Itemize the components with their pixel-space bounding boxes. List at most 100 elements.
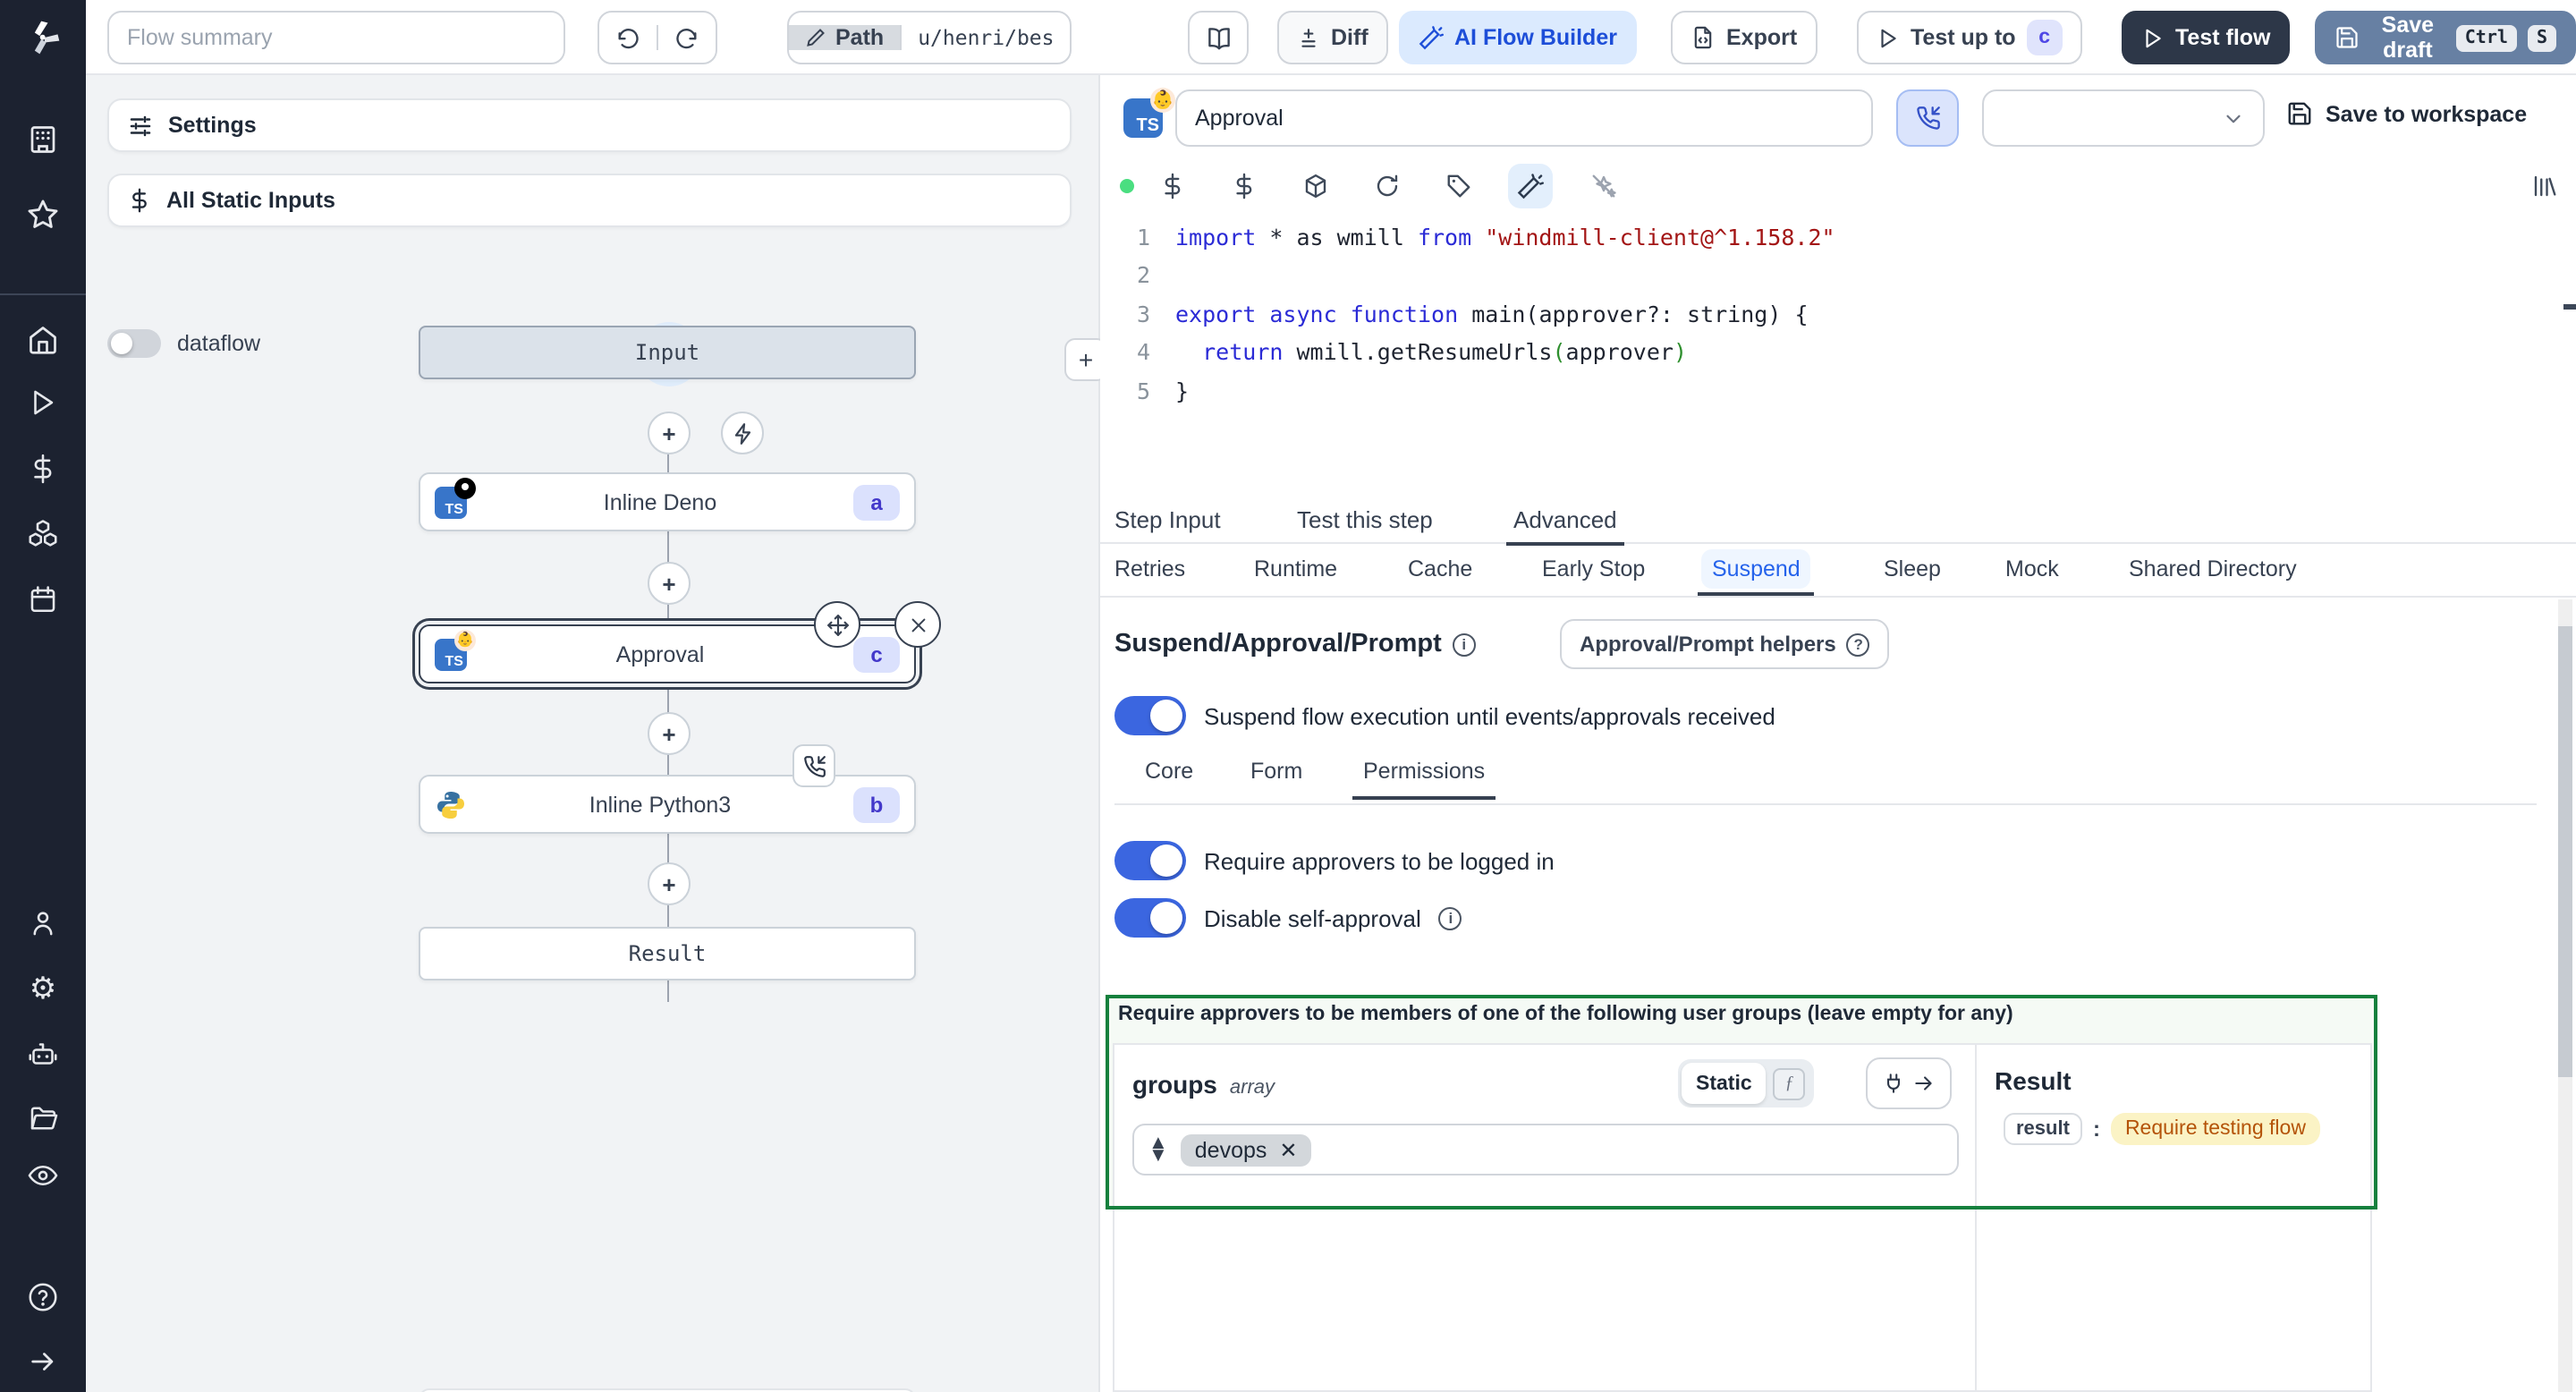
input-node[interactable]: Input (419, 326, 916, 379)
home-icon[interactable] (27, 324, 59, 356)
docs-book-button[interactable] (1188, 11, 1249, 64)
format-tag-icon[interactable] (1445, 173, 1472, 199)
deno-icon (454, 477, 476, 498)
static-mode-button[interactable]: Static (1682, 1063, 1767, 1104)
step-node-inline-python3[interactable]: Inline Python3 b (419, 775, 916, 834)
move-step-button[interactable] (814, 601, 860, 648)
add-trigger-button[interactable] (721, 412, 764, 454)
step-language-icon: TS 👶 (1123, 88, 1175, 138)
export-label: Export (1726, 25, 1798, 50)
add-step-button-4[interactable]: + (648, 862, 691, 905)
library-icon[interactable] (2531, 173, 2558, 199)
diff-button[interactable]: Diff (1277, 11, 1388, 64)
help-icon[interactable] (27, 1281, 59, 1313)
script-version-select[interactable] (1982, 89, 2265, 147)
folders-icon[interactable] (27, 1102, 59, 1134)
save-to-workspace-button[interactable]: Save to workspace (2286, 100, 2527, 127)
variables-picker-icon[interactable] (1159, 173, 1186, 199)
editor-line-numbers: 1 2 3 4 5 (1136, 224, 1150, 404)
result-node[interactable]: Result (419, 927, 916, 980)
resources-picker-icon[interactable] (1231, 173, 1258, 199)
test-up-to-button[interactable]: Test up to c (1857, 11, 2082, 64)
panel-scrollbar-thumb[interactable] (2558, 626, 2572, 1077)
redo-button[interactable] (657, 25, 716, 50)
add-step-button-3[interactable]: + (648, 712, 691, 755)
tab-shared-directory[interactable]: Shared Directory (2118, 549, 2308, 589)
add-step-button-2[interactable]: + (648, 562, 691, 605)
suspend-phone-incoming-badge[interactable] (792, 744, 835, 787)
tab-early-stop[interactable]: Early Stop (1531, 549, 1656, 589)
reload-icon[interactable] (1374, 173, 1401, 199)
form-column-divider (1975, 1045, 1977, 1390)
advanced-tabs: Retries Runtime Cache Early Stop Suspend… (1100, 544, 2576, 598)
approval-prompt-helpers-button[interactable]: Approval/Prompt helpers ? (1560, 619, 1890, 669)
tab-permissions-active[interactable]: Permissions (1352, 759, 1496, 800)
result-key-chip[interactable]: result (2004, 1113, 2082, 1145)
tab-core[interactable]: Core (1145, 759, 1193, 784)
error-handler-card[interactable]: Error Handler (419, 1388, 916, 1392)
variables-dollar-icon[interactable] (28, 454, 58, 484)
save-draft-button[interactable]: Save draft Ctrl S (2315, 11, 2576, 64)
chevron-down-icon (2226, 114, 2241, 123)
function-mode-button[interactable]: ƒ (1773, 1067, 1806, 1099)
tab-form[interactable]: Form (1250, 759, 1302, 784)
settings-gear-icon[interactable]: ⚙ (30, 972, 57, 1007)
code-lines[interactable]: import * as wmill from "windmill-client@… (1161, 213, 2571, 485)
test-flow-button[interactable]: Test flow (2122, 11, 2291, 64)
workspace-icon[interactable] (27, 123, 59, 156)
dataflow-toggle-row: dataflow (107, 329, 260, 358)
sidebar-divider (0, 293, 86, 295)
info-icon[interactable]: i (1438, 906, 1462, 929)
code-editor[interactable]: 1 2 3 4 5 import * as wmill from "windmi… (1100, 213, 2571, 485)
windmill-logo-icon[interactable] (23, 18, 63, 57)
static-function-segmented-control: Static ƒ (1678, 1059, 1814, 1108)
path-value[interactable]: u/henri/bes (900, 25, 1071, 50)
suspend-flow-toggle[interactable] (1114, 696, 1186, 735)
result-value-chip[interactable]: Require testing flow (2110, 1113, 2320, 1145)
disable-self-approval-label: Disable self-approval (1204, 904, 1421, 931)
resources-boxes-icon[interactable] (27, 517, 59, 549)
tab-advanced-active[interactable]: Advanced (1506, 506, 1624, 546)
all-static-inputs-card[interactable]: All Static Inputs (107, 174, 1072, 227)
schedules-calendar-icon[interactable] (28, 584, 58, 615)
require-logged-in-toggle[interactable] (1114, 841, 1186, 880)
tab-suspend-active[interactable]: Suspend (1698, 549, 1815, 596)
suspend-mode-phone-button[interactable] (1896, 89, 1959, 147)
users-icon[interactable] (28, 908, 58, 938)
step-title-input[interactable] (1175, 89, 1873, 147)
connect-input-plug-button[interactable] (1866, 1057, 1952, 1109)
collapse-arrow-icon[interactable] (28, 1346, 58, 1377)
tab-sleep[interactable]: Sleep (1873, 549, 1952, 589)
suspend-heading-text: Suspend/Approval/Prompt (1114, 630, 1442, 658)
result-panel-title: Result (1995, 1066, 2072, 1095)
flow-summary-input[interactable] (107, 11, 565, 64)
tab-runtime[interactable]: Runtime (1243, 549, 1348, 589)
tab-step-input[interactable]: Step Input (1114, 506, 1221, 533)
export-button[interactable]: Export (1671, 11, 1818, 64)
groups-multiselect-input[interactable]: ▲ ▼ devops ✕ (1132, 1124, 1959, 1176)
runs-play-icon[interactable] (28, 387, 58, 418)
remove-chip-icon[interactable]: ✕ (1279, 1137, 1297, 1162)
tab-mock[interactable]: Mock (1995, 549, 2070, 589)
path-button[interactable]: Path (789, 25, 901, 50)
favorites-star-icon[interactable] (26, 198, 60, 232)
undo-button[interactable] (599, 25, 657, 50)
package-icon[interactable] (1302, 173, 1329, 199)
sparkles-off-icon[interactable] (1590, 173, 1617, 199)
tab-retries[interactable]: Retries (1104, 549, 1196, 589)
add-step-button-1[interactable]: + (648, 412, 691, 454)
tab-test-this-step[interactable]: Test this step (1297, 506, 1433, 533)
disable-self-approval-toggle[interactable] (1114, 898, 1186, 938)
ai-assistant-wand-icon[interactable] (1508, 164, 1553, 208)
delete-step-button[interactable] (894, 601, 941, 648)
info-icon[interactable]: i (1452, 632, 1476, 656)
workers-robot-icon[interactable] (27, 1038, 59, 1070)
step-node-inline-deno[interactable]: TS Inline Deno a (419, 472, 916, 531)
audit-logs-eye-icon[interactable] (27, 1159, 59, 1192)
flow-settings-card[interactable]: Settings (107, 98, 1072, 152)
tab-cache[interactable]: Cache (1397, 549, 1483, 589)
kbd-ctrl: Ctrl (2455, 24, 2517, 51)
dataflow-toggle[interactable] (107, 329, 161, 358)
step-name: Inline Deno (603, 489, 717, 514)
ai-flow-builder-button[interactable]: AI Flow Builder (1399, 11, 1637, 64)
